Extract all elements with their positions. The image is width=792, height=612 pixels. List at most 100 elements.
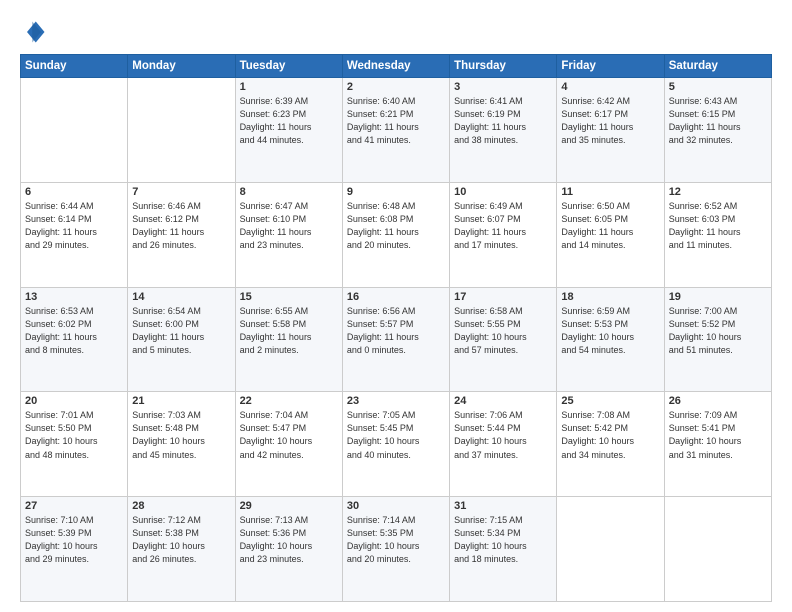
- day-number: 29: [240, 500, 338, 512]
- day-number: 21: [132, 395, 230, 407]
- logo: [20, 18, 52, 46]
- calendar-cell: 30 Sunrise: 7:14 AM Sunset: 5:35 PM Dayli…: [342, 497, 449, 602]
- calendar-cell: 10 Sunrise: 6:49 AM Sunset: 6:07 PM Dayli…: [450, 182, 557, 287]
- day-info: Sunrise: 7:05 AM Sunset: 5:45 PM Dayligh…: [347, 409, 445, 461]
- day-info: Sunrise: 6:42 AM Sunset: 6:17 PM Dayligh…: [561, 95, 659, 147]
- calendar-cell: 3 Sunrise: 6:41 AM Sunset: 6:19 PM Daylig…: [450, 78, 557, 183]
- day-number: 25: [561, 395, 659, 407]
- day-number: 12: [669, 186, 767, 198]
- calendar-cell: 27Sunrise: 7:10 AM Sunset: 5:39 PM Dayli…: [21, 497, 128, 602]
- calendar-cell: 11 Sunrise: 6:50 AM Sunset: 6:05 PM Dayli…: [557, 182, 664, 287]
- logo-icon: [20, 18, 48, 46]
- calendar-cell: [664, 497, 771, 602]
- day-number: 22: [240, 395, 338, 407]
- day-number: 5: [669, 81, 767, 93]
- day-number: 20: [25, 395, 123, 407]
- calendar-cell: 13 Sunrise: 6:53 AM Sunset: 6:02 PM Dayli…: [21, 287, 128, 392]
- calendar-row-0: 1 Sunrise: 6:39 AM Sunset: 6:23 PM Daylig…: [21, 78, 772, 183]
- day-info: Sunrise: 7:00 AM Sunset: 5:52 PM Dayligh…: [669, 305, 767, 357]
- calendar-cell: 20Sunrise: 7:01 AM Sunset: 5:50 PM Dayli…: [21, 392, 128, 497]
- day-number: 1: [240, 81, 338, 93]
- day-number: 24: [454, 395, 552, 407]
- day-number: 2: [347, 81, 445, 93]
- calendar-table: SundayMondayTuesdayWednesdayThursdayFrid…: [20, 54, 772, 602]
- calendar-cell: 17 Sunrise: 6:58 AM Sunset: 5:55 PM Dayli…: [450, 287, 557, 392]
- calendar-cell: 18 Sunrise: 6:59 AM Sunset: 5:53 PM Dayli…: [557, 287, 664, 392]
- header: [20, 18, 772, 46]
- day-info: Sunrise: 6:56 AM Sunset: 5:57 PM Dayligh…: [347, 305, 445, 357]
- calendar-row-3: 20Sunrise: 7:01 AM Sunset: 5:50 PM Dayli…: [21, 392, 772, 497]
- day-info: Sunrise: 6:43 AM Sunset: 6:15 PM Dayligh…: [669, 95, 767, 147]
- day-info: Sunrise: 6:40 AM Sunset: 6:21 PM Dayligh…: [347, 95, 445, 147]
- calendar-cell: 2 Sunrise: 6:40 AM Sunset: 6:21 PM Daylig…: [342, 78, 449, 183]
- calendar-cell: 5 Sunrise: 6:43 AM Sunset: 6:15 PM Daylig…: [664, 78, 771, 183]
- calendar-row-2: 13 Sunrise: 6:53 AM Sunset: 6:02 PM Dayli…: [21, 287, 772, 392]
- day-number: 9: [347, 186, 445, 198]
- calendar-cell: 9Sunrise: 6:48 AM Sunset: 6:08 PM Daylig…: [342, 182, 449, 287]
- calendar-cell: 4 Sunrise: 6:42 AM Sunset: 6:17 PM Daylig…: [557, 78, 664, 183]
- day-info: Sunrise: 6:39 AM Sunset: 6:23 PM Dayligh…: [240, 95, 338, 147]
- day-info: Sunrise: 7:12 AM Sunset: 5:38 PM Dayligh…: [132, 514, 230, 566]
- calendar-cell: 14 Sunrise: 6:54 AM Sunset: 6:00 PM Dayli…: [128, 287, 235, 392]
- calendar-cell: 31 Sunrise: 7:15 AM Sunset: 5:34 PM Dayli…: [450, 497, 557, 602]
- calendar-cell: 28Sunrise: 7:12 AM Sunset: 5:38 PM Dayli…: [128, 497, 235, 602]
- day-number: 11: [561, 186, 659, 198]
- day-number: 17: [454, 291, 552, 303]
- day-info: Sunrise: 6:47 AM Sunset: 6:10 PM Dayligh…: [240, 200, 338, 252]
- day-number: 14: [132, 291, 230, 303]
- day-number: 7: [132, 186, 230, 198]
- calendar-cell: 15Sunrise: 6:55 AM Sunset: 5:58 PM Dayli…: [235, 287, 342, 392]
- day-info: Sunrise: 7:08 AM Sunset: 5:42 PM Dayligh…: [561, 409, 659, 461]
- day-number: 19: [669, 291, 767, 303]
- calendar-row-1: 6 Sunrise: 6:44 AM Sunset: 6:14 PM Daylig…: [21, 182, 772, 287]
- day-number: 6: [25, 186, 123, 198]
- calendar-cell: 23 Sunrise: 7:05 AM Sunset: 5:45 PM Dayli…: [342, 392, 449, 497]
- weekday-header-sunday: Sunday: [21, 55, 128, 78]
- day-info: Sunrise: 6:44 AM Sunset: 6:14 PM Dayligh…: [25, 200, 123, 252]
- day-number: 16: [347, 291, 445, 303]
- day-info: Sunrise: 6:53 AM Sunset: 6:02 PM Dayligh…: [25, 305, 123, 357]
- calendar-cell: [128, 78, 235, 183]
- calendar-cell: 22 Sunrise: 7:04 AM Sunset: 5:47 PM Dayli…: [235, 392, 342, 497]
- calendar-cell: [557, 497, 664, 602]
- calendar-cell: 8Sunrise: 6:47 AM Sunset: 6:10 PM Daylig…: [235, 182, 342, 287]
- calendar-cell: 12Sunrise: 6:52 AM Sunset: 6:03 PM Dayli…: [664, 182, 771, 287]
- day-info: Sunrise: 7:03 AM Sunset: 5:48 PM Dayligh…: [132, 409, 230, 461]
- weekday-header-tuesday: Tuesday: [235, 55, 342, 78]
- day-info: Sunrise: 7:04 AM Sunset: 5:47 PM Dayligh…: [240, 409, 338, 461]
- calendar-cell: 16 Sunrise: 6:56 AM Sunset: 5:57 PM Dayli…: [342, 287, 449, 392]
- day-info: Sunrise: 6:41 AM Sunset: 6:19 PM Dayligh…: [454, 95, 552, 147]
- day-info: Sunrise: 6:49 AM Sunset: 6:07 PM Dayligh…: [454, 200, 552, 252]
- calendar-cell: 6 Sunrise: 6:44 AM Sunset: 6:14 PM Daylig…: [21, 182, 128, 287]
- day-info: Sunrise: 7:10 AM Sunset: 5:39 PM Dayligh…: [25, 514, 123, 566]
- day-number: 4: [561, 81, 659, 93]
- weekday-header-wednesday: Wednesday: [342, 55, 449, 78]
- calendar-cell: [21, 78, 128, 183]
- day-info: Sunrise: 7:14 AM Sunset: 5:35 PM Dayligh…: [347, 514, 445, 566]
- day-number: 18: [561, 291, 659, 303]
- day-info: Sunrise: 7:09 AM Sunset: 5:41 PM Dayligh…: [669, 409, 767, 461]
- day-number: 10: [454, 186, 552, 198]
- day-number: 26: [669, 395, 767, 407]
- day-number: 30: [347, 500, 445, 512]
- day-number: 23: [347, 395, 445, 407]
- calendar-row-4: 27Sunrise: 7:10 AM Sunset: 5:39 PM Dayli…: [21, 497, 772, 602]
- calendar-cell: 26 Sunrise: 7:09 AM Sunset: 5:41 PM Dayli…: [664, 392, 771, 497]
- calendar-cell: 21 Sunrise: 7:03 AM Sunset: 5:48 PM Dayli…: [128, 392, 235, 497]
- day-info: Sunrise: 7:06 AM Sunset: 5:44 PM Dayligh…: [454, 409, 552, 461]
- day-info: Sunrise: 6:54 AM Sunset: 6:00 PM Dayligh…: [132, 305, 230, 357]
- weekday-header-saturday: Saturday: [664, 55, 771, 78]
- weekday-header-friday: Friday: [557, 55, 664, 78]
- weekday-header-thursday: Thursday: [450, 55, 557, 78]
- day-info: Sunrise: 6:58 AM Sunset: 5:55 PM Dayligh…: [454, 305, 552, 357]
- day-number: 15: [240, 291, 338, 303]
- day-info: Sunrise: 7:15 AM Sunset: 5:34 PM Dayligh…: [454, 514, 552, 566]
- calendar-cell: 29Sunrise: 7:13 AM Sunset: 5:36 PM Dayli…: [235, 497, 342, 602]
- day-number: 31: [454, 500, 552, 512]
- day-number: 13: [25, 291, 123, 303]
- day-info: Sunrise: 6:50 AM Sunset: 6:05 PM Dayligh…: [561, 200, 659, 252]
- day-info: Sunrise: 6:59 AM Sunset: 5:53 PM Dayligh…: [561, 305, 659, 357]
- day-info: Sunrise: 6:46 AM Sunset: 6:12 PM Dayligh…: [132, 200, 230, 252]
- day-number: 3: [454, 81, 552, 93]
- calendar-cell: 25 Sunrise: 7:08 AM Sunset: 5:42 PM Dayli…: [557, 392, 664, 497]
